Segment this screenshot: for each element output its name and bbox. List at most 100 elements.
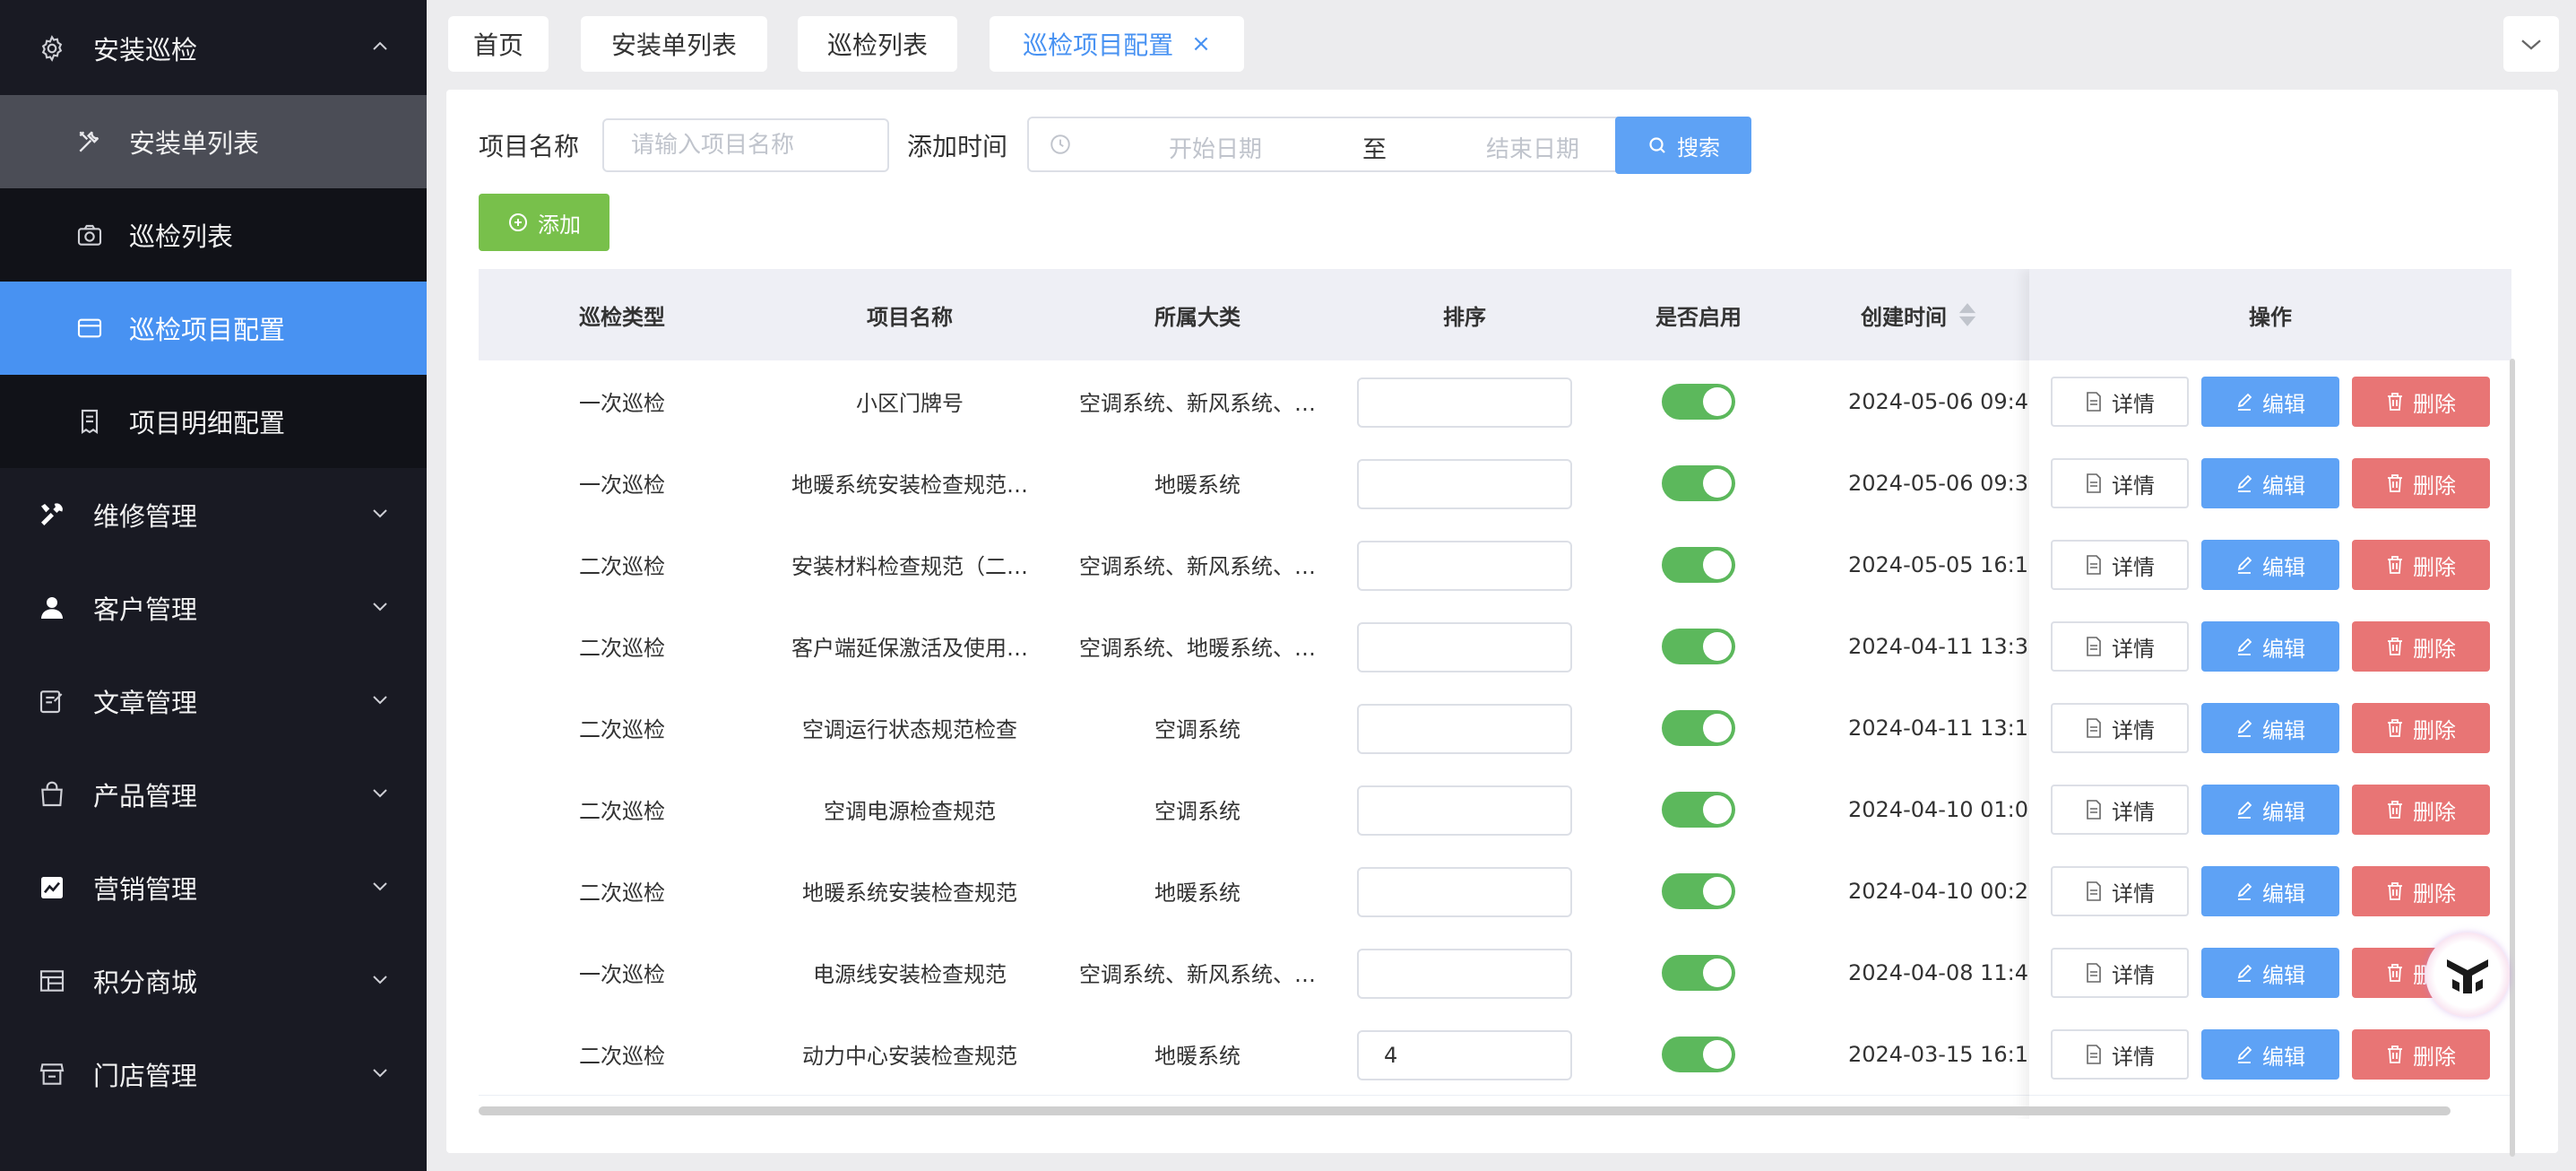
delete-button[interactable]: 删除 bbox=[2352, 703, 2490, 753]
table-header: 巡检类型 项目名称 所属大类 排序 是否启用 创建时间 操作 bbox=[479, 269, 2511, 360]
detail-button[interactable]: 详情 bbox=[2051, 703, 2189, 753]
table-row: 二次巡检 安装材料检查规范（二… 空调系统、新风系统、… 2024-05-05 16:… bbox=[479, 524, 2511, 606]
sort-input[interactable] bbox=[1357, 949, 1572, 999]
add-button[interactable]: 添加 bbox=[479, 194, 609, 251]
enabled-toggle[interactable] bbox=[1662, 629, 1735, 664]
cell-created: 2024-04-08 11:45:0 bbox=[1848, 959, 2029, 985]
sort-input[interactable] bbox=[1357, 541, 1572, 591]
sort-input[interactable] bbox=[1357, 622, 1572, 672]
sidebar-item-detail-config[interactable]: 项目明细配置 bbox=[0, 375, 427, 468]
menu-label: 产品管理 bbox=[93, 781, 198, 811]
edit-icon bbox=[2237, 474, 2252, 492]
sort-input[interactable] bbox=[1357, 459, 1572, 509]
delete-button[interactable]: 删除 bbox=[2352, 621, 2490, 672]
header-created[interactable]: 创建时间 bbox=[1809, 269, 2029, 360]
delete-button[interactable]: 删除 bbox=[2352, 458, 2490, 508]
tab-inspection-config[interactable]: 巡检项目配置 × bbox=[990, 16, 1244, 72]
enabled-toggle[interactable] bbox=[1662, 873, 1735, 909]
menu-marketing[interactable]: 营销管理 bbox=[0, 841, 427, 934]
menu-install-inspection[interactable]: 安装巡检 bbox=[0, 2, 427, 95]
sort-input[interactable] bbox=[1357, 1030, 1572, 1080]
sidebar-item-install-list[interactable]: 安装单列表 bbox=[0, 95, 427, 188]
enabled-toggle[interactable] bbox=[1662, 465, 1735, 501]
delete-label: 删除 bbox=[2413, 473, 2456, 499]
cell-type: 二次巡检 bbox=[579, 880, 665, 906]
delete-button[interactable]: 删除 bbox=[2352, 377, 2490, 427]
detail-label: 详情 bbox=[2112, 554, 2155, 580]
card-icon bbox=[77, 318, 102, 338]
sidebar-item-inspection-config[interactable]: 巡检项目配置 bbox=[0, 282, 427, 375]
menu-points-mall[interactable]: 积分商城 bbox=[0, 934, 427, 1028]
end-date-placeholder[interactable]: 结束日期 bbox=[1486, 131, 1579, 164]
cell-name: 安装材料检查规范（二… bbox=[791, 554, 1028, 579]
detail-button[interactable]: 详情 bbox=[2051, 377, 2189, 427]
detail-button[interactable]: 详情 bbox=[2051, 785, 2189, 835]
sidebar-item-inspection-list[interactable]: 巡检列表 bbox=[0, 188, 427, 282]
enabled-toggle[interactable] bbox=[1662, 955, 1735, 991]
menu-repair[interactable]: 维修管理 bbox=[0, 468, 427, 561]
menu-store[interactable]: 门店管理 bbox=[0, 1028, 427, 1121]
menu-product[interactable]: 产品管理 bbox=[0, 748, 427, 841]
gear-icon bbox=[41, 35, 63, 62]
trash-icon bbox=[2388, 801, 2402, 819]
detail-button[interactable]: 详情 bbox=[2051, 866, 2189, 916]
enabled-toggle[interactable] bbox=[1662, 792, 1735, 828]
document-icon bbox=[2087, 473, 2101, 493]
search-button[interactable]: 搜索 bbox=[1615, 117, 1751, 174]
enabled-toggle[interactable] bbox=[1662, 710, 1735, 746]
delete-button[interactable]: 删除 bbox=[2352, 866, 2490, 916]
delete-button[interactable]: 删除 bbox=[2352, 1029, 2490, 1080]
tab-home[interactable]: 首页 bbox=[448, 16, 549, 72]
table-row: 二次巡检 客户端延保激活及使用… 空调系统、地暖系统、… 2024-04-11 13:… bbox=[479, 605, 2511, 688]
menu-article[interactable]: 文章管理 bbox=[0, 655, 427, 748]
detail-button[interactable]: 详情 bbox=[2051, 948, 2189, 998]
sort-input[interactable] bbox=[1357, 377, 1572, 428]
project-name-input[interactable] bbox=[602, 118, 889, 172]
menu-label: 巡检列表 bbox=[129, 221, 234, 252]
delete-button[interactable]: 删除 bbox=[2352, 540, 2490, 590]
edit-button[interactable]: 编辑 bbox=[2201, 866, 2339, 916]
plus-circle-icon bbox=[509, 213, 527, 231]
sort-input[interactable] bbox=[1357, 867, 1572, 917]
enabled-toggle[interactable] bbox=[1662, 1037, 1735, 1072]
edit-button[interactable]: 编辑 bbox=[2201, 377, 2339, 427]
tab-install-list[interactable]: 安装单列表 bbox=[581, 16, 767, 72]
menu-label: 巡检项目配置 bbox=[129, 315, 286, 345]
tabs-dropdown-button[interactable] bbox=[2503, 16, 2559, 72]
tab-inspection-list[interactable]: 巡检列表 bbox=[798, 16, 957, 72]
cell-created: 2024-04-11 13:16:0 bbox=[1848, 715, 2029, 741]
cell-name: 空调运行状态规范检查 bbox=[802, 717, 1017, 742]
enabled-toggle[interactable] bbox=[1662, 547, 1735, 583]
header-created-label: 创建时间 bbox=[1861, 304, 1947, 330]
cell-category: 地暖系统 bbox=[1154, 473, 1240, 498]
detail-button[interactable]: 详情 bbox=[2051, 540, 2189, 590]
delete-button[interactable]: 删除 bbox=[2352, 785, 2490, 835]
sort-input[interactable] bbox=[1357, 704, 1572, 754]
cell-category: 空调系统、新风系统、… bbox=[1079, 554, 1316, 579]
menu-customer[interactable]: 客户管理 bbox=[0, 561, 427, 655]
document-icon bbox=[2087, 963, 2101, 983]
sort-input[interactable] bbox=[1357, 785, 1572, 836]
edit-button[interactable]: 编辑 bbox=[2201, 540, 2339, 590]
close-icon[interactable]: × bbox=[1191, 30, 1211, 57]
cell-created: 2024-05-06 09:44:0 bbox=[1848, 388, 2029, 414]
edit-button[interactable]: 编辑 bbox=[2201, 621, 2339, 672]
sort-caret-icon[interactable] bbox=[1958, 301, 1977, 328]
detail-button[interactable]: 详情 bbox=[2051, 1029, 2189, 1080]
edit-button[interactable]: 编辑 bbox=[2201, 785, 2339, 835]
floating-assistant-button[interactable] bbox=[2425, 932, 2510, 1017]
detail-label: 详情 bbox=[2112, 799, 2155, 825]
vertical-scrollbar[interactable] bbox=[2510, 359, 2515, 1157]
edit-label: 编辑 bbox=[2262, 799, 2305, 825]
edit-button[interactable]: 编辑 bbox=[2201, 948, 2339, 998]
start-date-placeholder[interactable]: 开始日期 bbox=[1169, 131, 1262, 164]
edit-button[interactable]: 编辑 bbox=[2201, 703, 2339, 753]
edit-label: 编辑 bbox=[2262, 554, 2305, 580]
horizontal-scrollbar[interactable] bbox=[479, 1106, 2451, 1115]
enabled-toggle[interactable] bbox=[1662, 384, 1735, 420]
edit-button[interactable]: 编辑 bbox=[2201, 1029, 2339, 1080]
detail-button[interactable]: 详情 bbox=[2051, 621, 2189, 672]
edit-button[interactable]: 编辑 bbox=[2201, 458, 2339, 508]
toggle-knob bbox=[1703, 1040, 1732, 1069]
detail-button[interactable]: 详情 bbox=[2051, 458, 2189, 508]
